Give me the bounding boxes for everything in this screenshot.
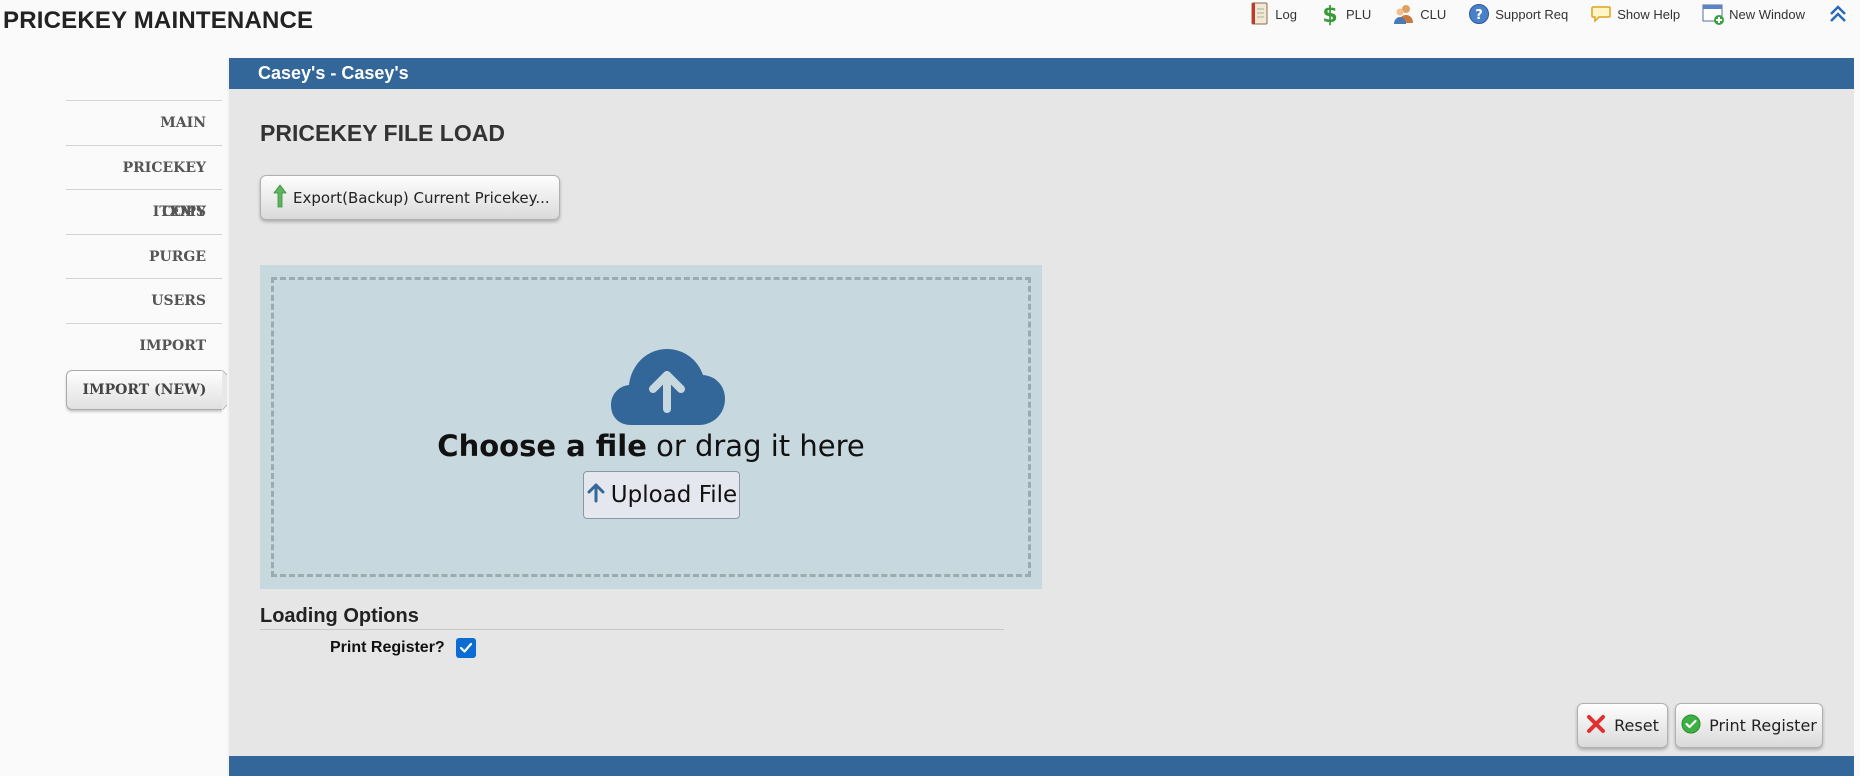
show-help-label: Show Help — [1617, 6, 1681, 22]
new-window-icon — [1701, 2, 1725, 26]
checkmark-icon — [459, 642, 472, 653]
drag-here-text: or drag it here — [646, 429, 865, 463]
loading-options-title: Loading Options — [260, 605, 1004, 630]
print-register-option: Print Register? — [330, 638, 476, 658]
red-x-icon — [1586, 714, 1606, 738]
sidebar-nav: MAIN PRICEKEY ITEMS COPY PURGE USERS IMP… — [66, 100, 222, 410]
speech-bubble-icon — [1589, 2, 1613, 26]
print-register-button-label: Print Register — [1709, 716, 1817, 735]
collapse-button[interactable] — [1826, 2, 1854, 26]
arrow-up-icon — [273, 183, 287, 212]
new-window-link[interactable]: New Window — [1701, 2, 1805, 26]
choose-file-text: Choose a file — [437, 429, 647, 463]
print-register-button[interactable]: Print Register — [1675, 703, 1823, 748]
svg-text:?: ? — [1475, 8, 1483, 23]
file-dropzone[interactable]: Choose a file or drag it here Upload Fil… — [260, 265, 1042, 589]
print-register-checkbox[interactable] — [455, 638, 476, 658]
plu-label: PLU — [1345, 6, 1372, 22]
dropzone-instruction: Choose a file or drag it here — [274, 429, 1028, 463]
export-backup-label: Export(Backup) Current Pricekey... — [293, 188, 550, 207]
sidebar-item-purge[interactable]: PURGE — [66, 233, 222, 279]
green-check-icon — [1681, 714, 1701, 738]
reset-label: Reset — [1614, 716, 1659, 735]
show-help-link[interactable]: Show Help — [1589, 2, 1680, 26]
support-req-label: Support Req — [1495, 6, 1569, 22]
sidebar-item-main[interactable]: MAIN — [66, 100, 222, 145]
upload-arrow-icon — [586, 481, 606, 509]
dollar-icon: $ — [1318, 2, 1342, 26]
section-title: PRICEKEY FILE LOAD — [260, 120, 505, 146]
cloud-upload-icon — [609, 347, 725, 432]
log-link[interactable]: Log — [1247, 2, 1297, 26]
sidebar-item-import-new[interactable]: IMPORT (NEW) — [66, 370, 222, 410]
sidebar-item-pricekey-items[interactable]: PRICEKEY ITEMS — [66, 144, 222, 220]
upload-file-label: Upload File — [610, 482, 738, 508]
svg-text:$: $ — [1322, 3, 1337, 26]
store-header: Casey's - Casey's — [229, 58, 1854, 89]
sidebar-item-users[interactable]: USERS — [66, 278, 222, 323]
support-req-link[interactable]: ? Support Req — [1467, 2, 1568, 26]
sidebar-item-import[interactable]: IMPORT — [66, 322, 222, 368]
new-window-label: New Window — [1729, 6, 1805, 22]
main-panel: Casey's - Casey's PRICEKEY FILE LOAD Exp… — [227, 58, 1854, 776]
footer-bar — [229, 756, 1854, 776]
reset-button[interactable]: Reset — [1577, 703, 1668, 748]
clu-label: CLU — [1420, 6, 1447, 22]
page-title: PRICEKEY MAINTENANCE — [3, 7, 314, 34]
print-register-label: Print Register? — [330, 639, 445, 656]
dropzone-border: Choose a file or drag it here Upload Fil… — [271, 277, 1031, 577]
clu-link[interactable]: CLU — [1392, 2, 1446, 26]
upload-file-button[interactable]: Upload File — [583, 471, 740, 519]
chevron-up-icon — [1826, 2, 1850, 26]
log-icon — [1247, 2, 1271, 26]
top-toolbar: Log $ PLU CLU ? Support Req Show Help Ne… — [1247, 0, 1860, 28]
sidebar-item-copy[interactable]: COPY — [66, 189, 222, 234]
help-icon: ? — [1467, 2, 1491, 26]
users-icon — [1392, 2, 1416, 26]
export-backup-button[interactable]: Export(Backup) Current Pricekey... — [260, 175, 560, 220]
log-label: Log — [1275, 6, 1297, 22]
plu-link[interactable]: $ PLU — [1318, 2, 1371, 26]
